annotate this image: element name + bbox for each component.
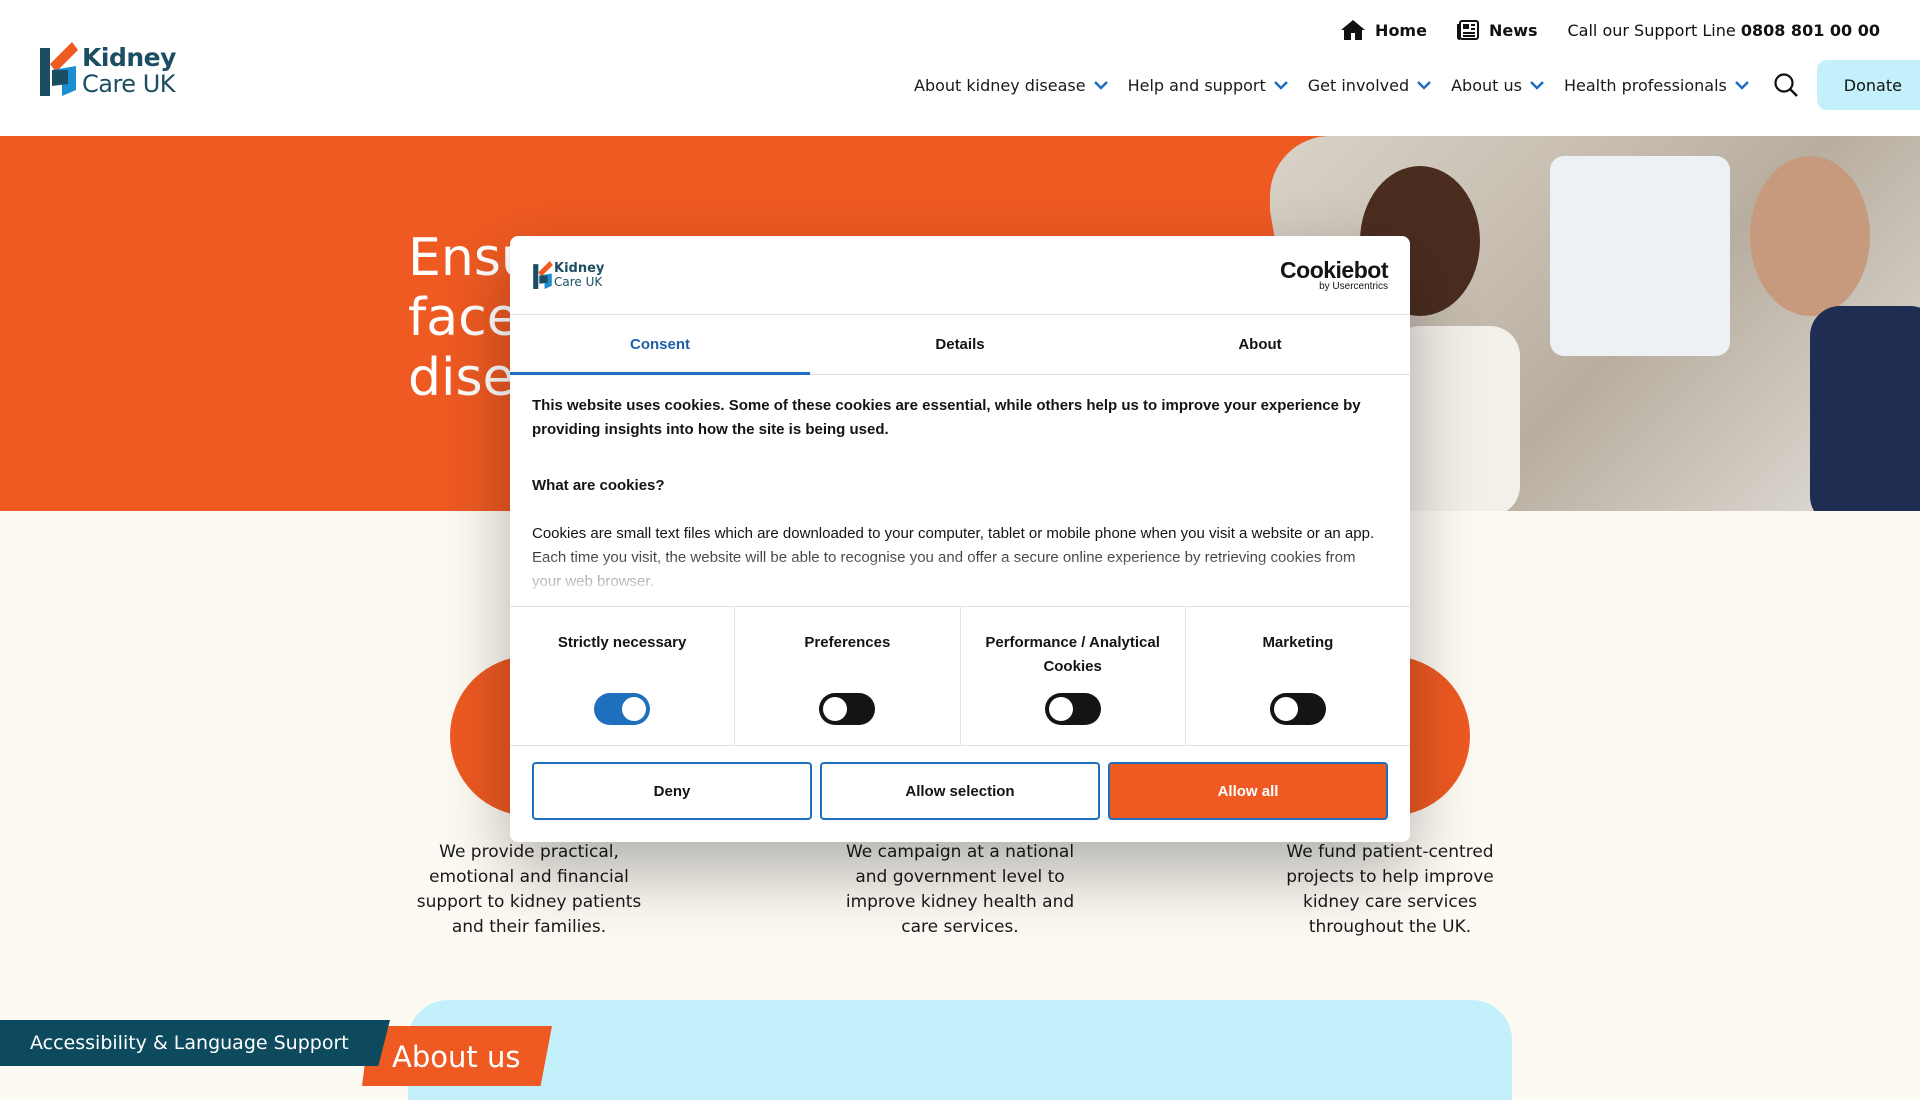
photo-person-shape (1750, 156, 1870, 316)
nav-get-involved[interactable]: Get involved (1308, 76, 1431, 95)
search-icon (1774, 73, 1798, 97)
chevron-down-icon (1735, 81, 1749, 90)
tab-consent[interactable]: Consent (510, 314, 810, 375)
nav-label: Help and support (1127, 75, 1266, 95)
cookie-preferences: Strictly necessary Preferences Performan… (510, 606, 1410, 746)
deny-button[interactable]: Deny (532, 762, 812, 820)
home-link[interactable]: Home (1341, 20, 1427, 40)
dialog-intro: This website uses cookies. Some of these… (532, 397, 1361, 438)
site-header: Kidney Care UK Home News Call our Suppor… (0, 0, 1920, 136)
cookiebot-logo[interactable]: Cookiebot by Usercentrics (1280, 258, 1388, 292)
card-text: We campaign at a national and government… (845, 842, 1075, 937)
allow-all-button[interactable]: Allow all (1108, 762, 1388, 820)
logo-line2: Care UK (82, 70, 176, 98)
toggle-knob (1048, 697, 1073, 721)
about-panel (408, 1000, 1512, 1100)
cookiebot-name: Cookiebot (1280, 257, 1388, 283)
donate-button[interactable]: Donate (1816, 60, 1920, 110)
logo-wordmark: Kidney Care UK (82, 44, 176, 98)
pref-label: Preferences (804, 634, 891, 651)
toggle-knob (622, 697, 647, 721)
dialog-logo: Kidney Care UK (532, 260, 612, 294)
card-text: We provide practical, emotional and fina… (416, 842, 642, 937)
photo-sweater-shape (1810, 306, 1920, 511)
toggle-knob (1273, 697, 1298, 721)
newspaper-icon (1456, 20, 1479, 40)
accessibility-language-button[interactable]: Accessibility & Language Support (0, 1020, 390, 1066)
pref-preferences: Preferences (735, 607, 961, 745)
card-text: We fund patient-centred projects to help… (1286, 842, 1494, 937)
nav-label: About kidney disease (914, 75, 1086, 95)
main-nav: About kidney disease Help and support Ge… (914, 60, 1920, 110)
toggle-strictly-necessary[interactable] (594, 693, 651, 725)
photo-machine-shape (1550, 156, 1730, 356)
tab-about[interactable]: About (1110, 314, 1410, 374)
kidney-logo-icon (40, 42, 78, 96)
news-link[interactable]: News (1456, 20, 1538, 40)
nav-about-us[interactable]: About us (1451, 76, 1544, 95)
utility-nav: Home News Call our Support Line 0808 801… (1341, 20, 1880, 40)
chevron-down-icon (1093, 81, 1108, 90)
kidney-care-uk-logo[interactable]: Kidney Care UK (38, 40, 178, 100)
toggle-knob (823, 697, 848, 721)
toggle-preferences[interactable] (819, 693, 876, 725)
chevron-down-icon (1273, 81, 1288, 90)
support-line[interactable]: Call our Support Line 0808 801 00 00 (1568, 21, 1881, 40)
pref-label: Marketing (1262, 634, 1334, 651)
dialog-header: Kidney Care UK Cookiebot by Usercentrics (510, 236, 1410, 315)
cookiebot-by: by Usercentrics (1319, 281, 1388, 292)
nav-help-and-support[interactable]: Help and support (1128, 76, 1288, 95)
chevron-down-icon (1530, 81, 1544, 90)
tab-details[interactable]: Details (810, 314, 1110, 374)
pref-label: Strictly necessary (557, 634, 687, 651)
allow-selection-button[interactable]: Allow selection (820, 762, 1100, 820)
nav-label: Health professionals (1563, 75, 1727, 95)
nav-label: About us (1451, 75, 1522, 95)
nav-health-professionals[interactable]: Health professionals (1564, 76, 1749, 95)
dialog-tabs: Consent Details About (510, 314, 1410, 375)
nav-label: Get involved (1307, 75, 1410, 95)
home-label: Home (1375, 20, 1427, 40)
support-prefix: Call our Support Line (1567, 20, 1736, 40)
chevron-down-icon (1417, 81, 1431, 90)
scroll-fade (510, 546, 1410, 596)
search-button[interactable] (1771, 70, 1801, 100)
toggle-performance-analytical[interactable] (1044, 693, 1101, 725)
dialog-buttons: Deny Allow selection Allow all (532, 762, 1388, 820)
logo-line1: Kidney (82, 43, 176, 72)
dialog-question: What are cookies? (532, 477, 665, 494)
support-number: 0808 801 00 00 (1740, 20, 1880, 40)
pref-strictly-necessary: Strictly necessary (510, 607, 736, 745)
pref-label: Performance / Analytical Cookies (985, 634, 1160, 675)
dialog-logo-line1: Kidney (554, 261, 605, 276)
news-label: News (1488, 20, 1538, 40)
about-heading: About us (392, 1040, 521, 1074)
pref-performance-analytical: Performance / Analytical Cookies (961, 607, 1186, 745)
pref-marketing: Marketing (1186, 607, 1410, 745)
kidney-logo-icon (533, 261, 553, 289)
toggle-marketing[interactable] (1269, 693, 1326, 725)
home-icon (1341, 20, 1366, 40)
dialog-logo-line2: Care UK (554, 275, 603, 289)
cookie-consent-dialog: Kidney Care UK Cookiebot by Usercentrics… (510, 236, 1410, 842)
nav-about-kidney-disease[interactable]: About kidney disease (914, 76, 1108, 95)
